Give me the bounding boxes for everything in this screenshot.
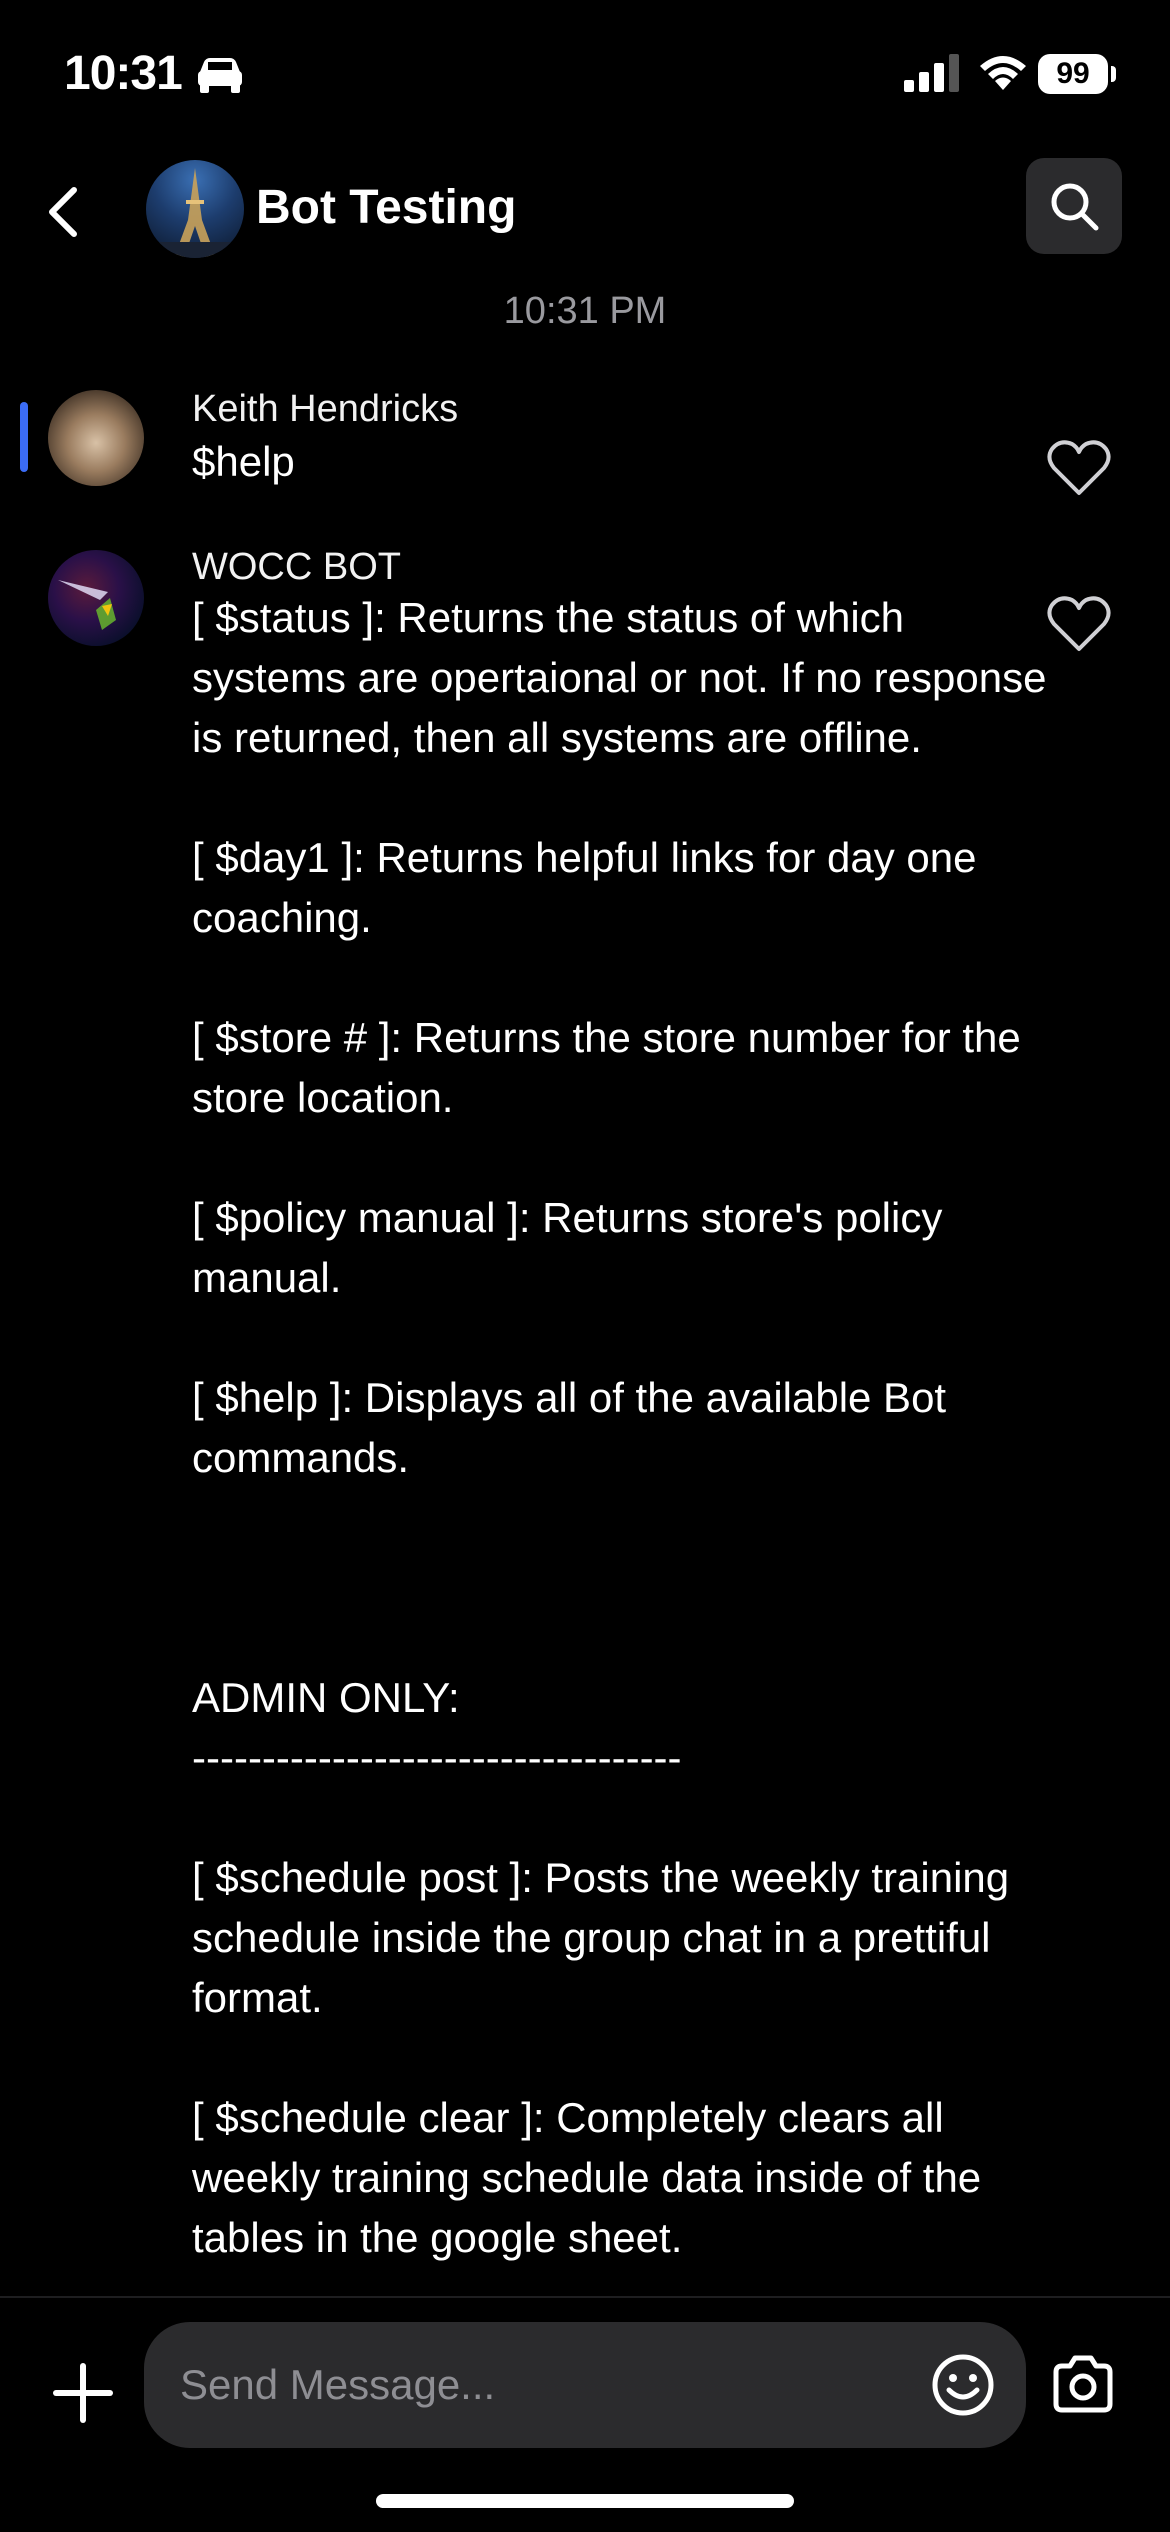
message-input[interactable] [144, 2322, 1026, 2448]
bot-avatar-image [58, 580, 116, 630]
search-button[interactable] [1026, 158, 1122, 254]
sender-name: Keith Hendricks [192, 388, 459, 430]
message-timestamp: 10:31 PM [503, 290, 667, 332]
back-button[interactable] [36, 172, 96, 248]
battery-indicator: 99 [1038, 54, 1108, 94]
sender-name: WOCC BOT [192, 546, 401, 588]
emoji-icon[interactable] [930, 2352, 996, 2418]
camera-icon[interactable] [1050, 2354, 1116, 2414]
heart-icon[interactable] [1046, 594, 1112, 654]
car-icon [198, 58, 242, 93]
message-text: [ $status ]: Returns the status of which… [192, 594, 1047, 2261]
eiffel-tower-photo [146, 168, 244, 258]
battery-nub [1111, 66, 1116, 82]
avatar[interactable] [48, 550, 144, 646]
plus-icon [53, 2363, 113, 2423]
avatar[interactable] [48, 390, 144, 486]
chat-header: Bot Testing [0, 150, 1170, 270]
message-item[interactable]: WOCC BOT [ $status ]: Returns the status… [0, 546, 1170, 2296]
chevron-left-icon [49, 187, 77, 237]
status-bar: 10:31 99 [0, 0, 1170, 150]
home-indicator[interactable] [376, 2494, 794, 2508]
cellular-signal-icon [904, 54, 959, 92]
wifi-icon [980, 56, 1026, 90]
add-attachment-button[interactable] [48, 2358, 118, 2428]
heart-icon[interactable] [1046, 438, 1112, 498]
message-item[interactable]: Keith Hendricks $help [0, 388, 1170, 498]
message-text: $help [192, 438, 295, 485]
status-time: 10:31 [64, 47, 183, 100]
search-icon [1051, 183, 1099, 231]
group-avatar[interactable] [146, 160, 244, 258]
unread-indicator [20, 402, 28, 472]
chat-title[interactable]: Bot Testing [256, 180, 516, 235]
